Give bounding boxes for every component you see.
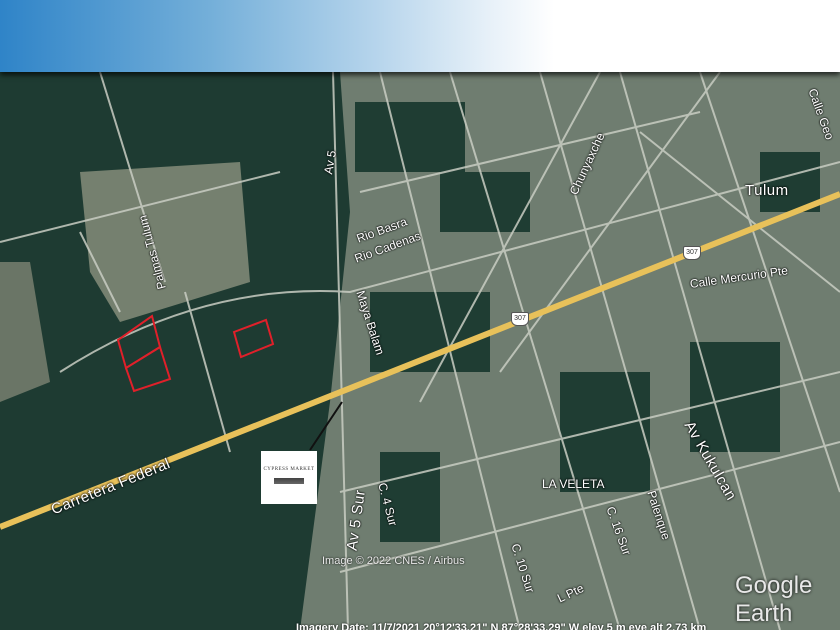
parcel-3	[232, 318, 275, 359]
imagery-credit: Image © 2022 CNES / Airbus	[322, 555, 465, 567]
cypress-market-logo: CYPRESS MARKET	[261, 451, 317, 504]
satellite-map[interactable]: 307 307 Tulum LA VELETA Carretera Federa…	[0, 72, 840, 630]
highway-shield: 307	[683, 246, 701, 260]
header-banner	[0, 0, 840, 72]
logo-illustration	[274, 474, 304, 488]
highway-shield: 307	[511, 312, 529, 326]
place-label-la-veleta: LA VELETA	[542, 477, 605, 491]
place-label-tulum: Tulum	[745, 182, 789, 199]
urban-area-far-west	[0, 262, 50, 402]
parcel-2	[124, 345, 172, 393]
map-features	[0, 72, 840, 630]
logo-text: CYPRESS MARKET	[263, 467, 315, 472]
status-bar: Imagery Date: 11/7/2021 20°12'33.21" N 8…	[296, 622, 707, 630]
google-earth-logo: Google Earth	[735, 572, 813, 627]
